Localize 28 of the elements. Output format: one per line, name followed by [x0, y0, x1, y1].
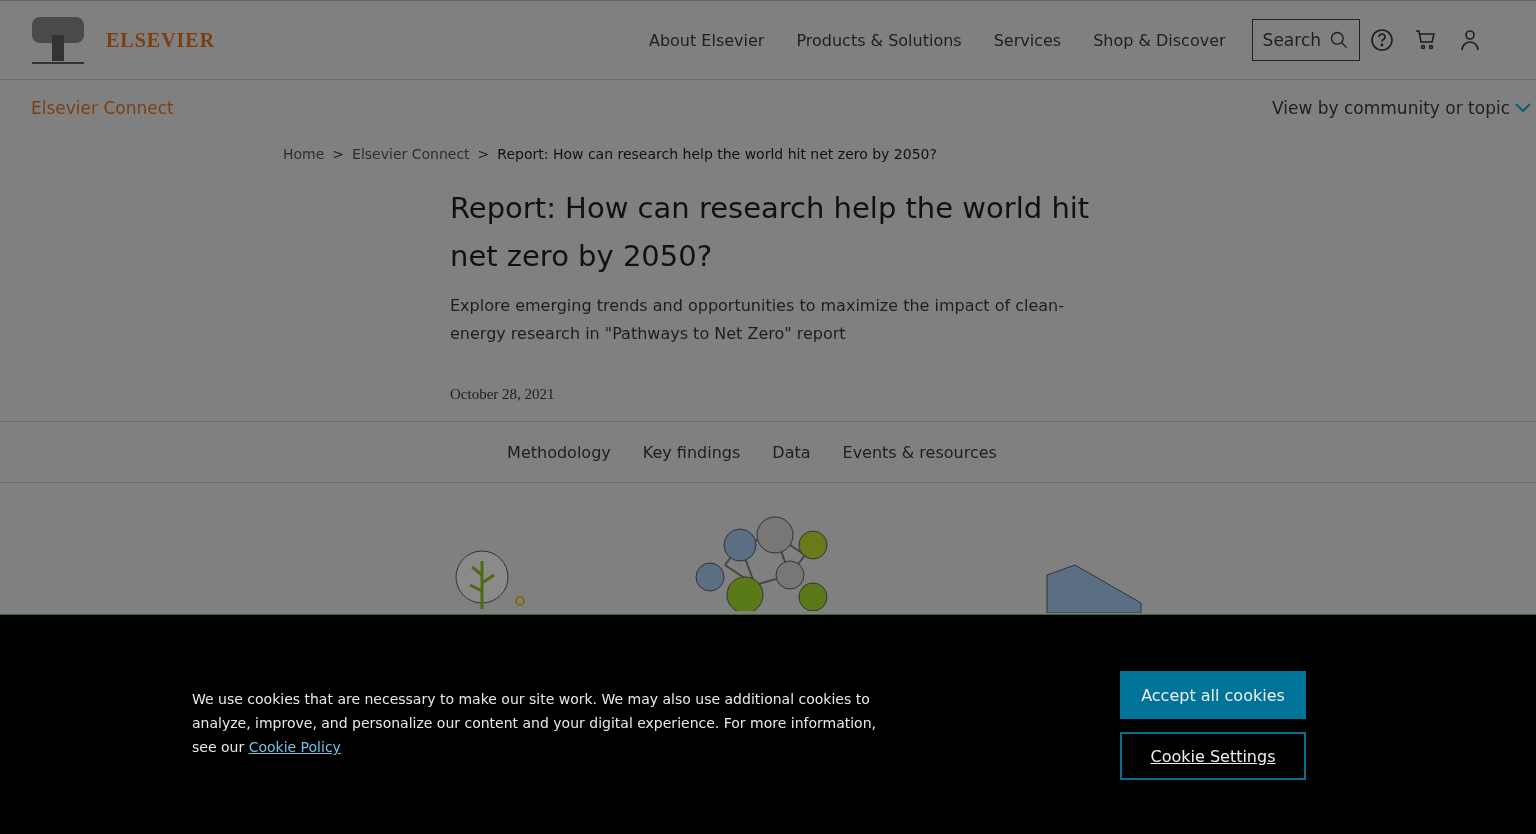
- help-icon[interactable]: [1370, 28, 1394, 52]
- breadcrumb-separator: >: [477, 146, 490, 162]
- chevron-down-icon: [1514, 102, 1532, 114]
- cart-icon[interactable]: [1414, 28, 1438, 52]
- section-tab[interactable]: Key findings: [642, 442, 741, 462]
- accept-cookies-button[interactable]: Accept all cookies: [1120, 671, 1306, 719]
- breadcrumb-current-title: Report: How can research help the world hit net zero by 2050?: [497, 146, 937, 162]
- section-tab[interactable]: Data: [772, 442, 811, 462]
- nav-link[interactable]: Shop & Discover: [1093, 30, 1226, 50]
- tree-logo-icon[interactable]: [30, 15, 86, 65]
- cookie-notice-text: We use cookies that are necessary to make our site work. We may also use additional cookies to analyze, improve, and personalize our content and your digital experience. For more information, see our Cookie Policy: [192, 690, 877, 757]
- community-menu-button[interactable]: View by community or topic: [1272, 98, 1536, 118]
- section-tab[interactable]: Methodology: [507, 442, 611, 462]
- search-button[interactable]: Search: [1251, 19, 1360, 61]
- section-tab[interactable]: Events & resources: [842, 442, 997, 462]
- search-icon: [1329, 30, 1349, 50]
- cookie-policy-link[interactable]: Cookie Policy: [248, 739, 341, 755]
- breadcrumb-link[interactable]: Elsevier Connect: [352, 146, 470, 162]
- article-date: October 28, 2021: [450, 386, 556, 403]
- breadcrumb-separator: >: [332, 146, 345, 162]
- nav-link[interactable]: Products & Solutions: [796, 30, 962, 50]
- nav-link[interactable]: About Elsevier: [648, 30, 765, 50]
- nav-link[interactable]: Services: [993, 30, 1062, 50]
- user-icon[interactable]: [1458, 28, 1482, 52]
- article-subtitle: Explore emerging trends and opportunities to maximize the impact of clean-energy research in "Pathways to Net Zero" report: [450, 295, 1065, 345]
- article-title: Report: How can research help the world hit net zero by 2050?: [450, 190, 1091, 275]
- breadcrumb-link[interactable]: Home: [283, 146, 325, 162]
- cookie-settings-button[interactable]: Cookie Settings: [1120, 732, 1306, 780]
